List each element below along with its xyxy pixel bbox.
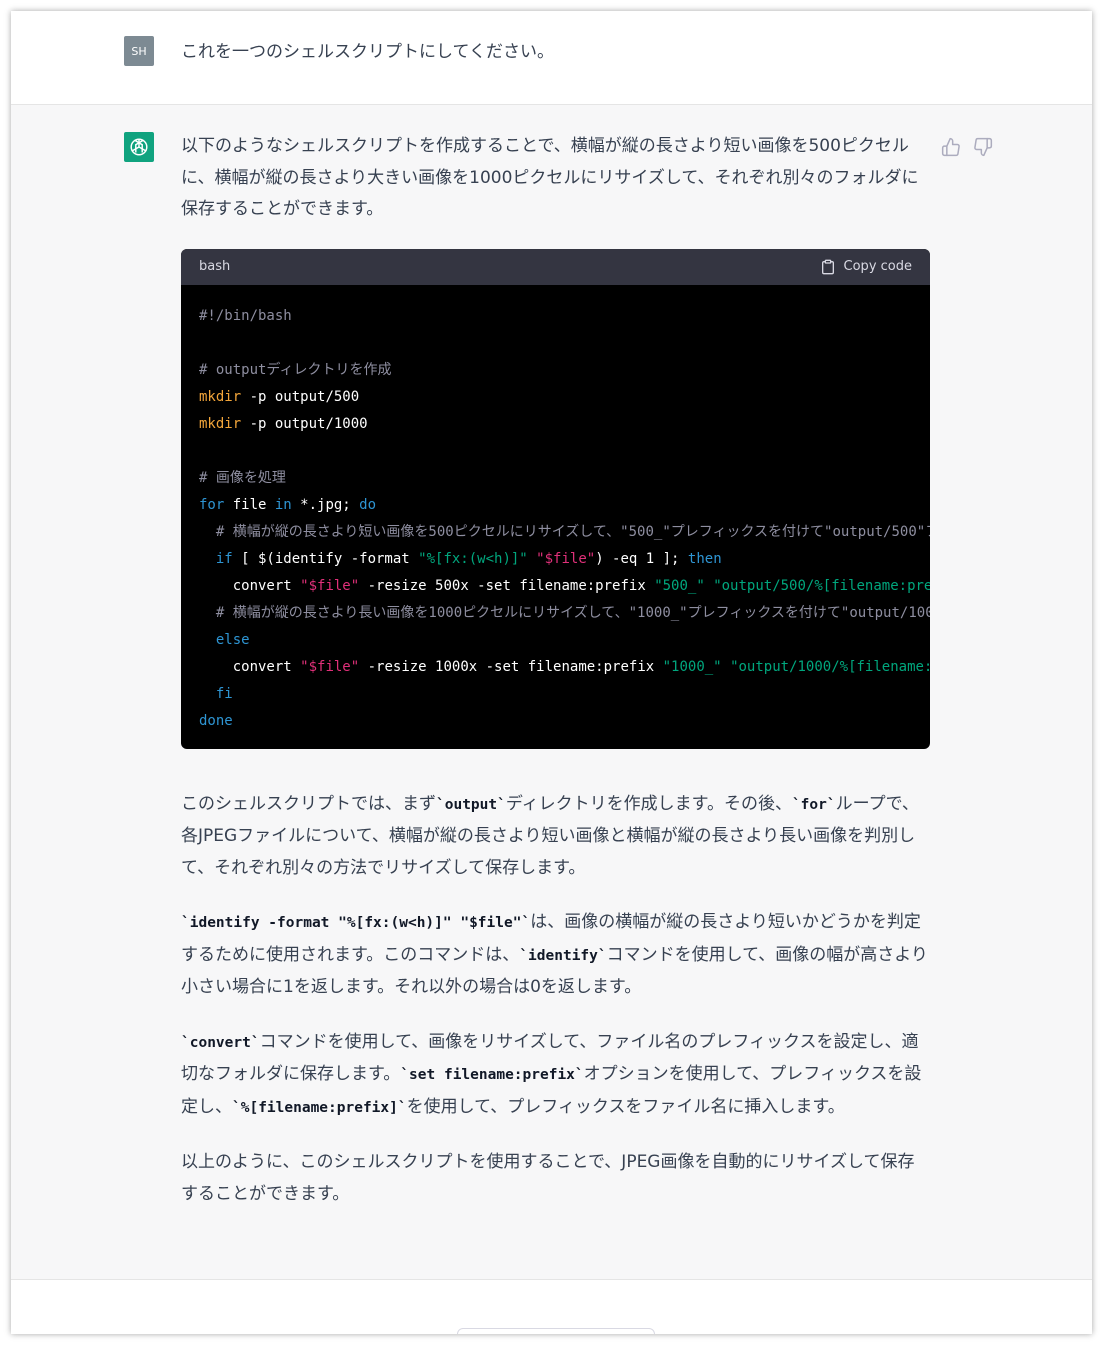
copy-code-button[interactable]: Copy code [820,251,912,283]
code-line: convert "$file" -resize 1000x -set filen… [199,658,930,675]
user-avatar: SH [124,36,154,66]
inline-code-identify: `identify` [519,947,607,964]
inline-code-set-prefix: `set filename:prefix` [400,1067,584,1083]
code-block: bash Copy code #!/bin/bash ​ # outputディレクト… [181,248,930,749]
chat-window: SH これを一つのシェルスクリプトにしてください。 以下のようなシェルスクリプト… [11,11,1092,1334]
code-line: mkdir -p output/1000 [199,415,368,432]
conclusion-paragraph: 以上のように、このシェルスクリプトを使用することで、JPEG画像を自動的にリサイ… [181,1152,915,1204]
assistant-message-row: 以下のようなシェルスクリプトを作成することで、横幅が縦の長さより短い画像を500… [11,105,1092,1280]
inline-code-for: `for` [791,796,836,813]
clipboard-icon [821,259,834,274]
inline-code-filename-prefix: `%[filename:prefix]` [232,1099,407,1116]
code-line: ​ [199,330,930,357]
feedback-controls [941,137,993,157]
thumbs-down-icon[interactable] [973,137,993,157]
code-line: done [199,712,233,729]
user-message-row: SH これを一つのシェルスクリプトにしてください。 [11,11,1092,105]
explanation-paragraph-3: `convert`コマンドを使用して、画像をリサイズして、ファイル名のプレフィッ… [181,1027,931,1125]
code-line: else [215,631,250,648]
p3-text-c: を使用して、プレフィックスをファイル名に挿入します。 [406,1096,845,1117]
regenerate-button-edge[interactable] [457,1328,655,1334]
code-line: #!/bin/bash [199,307,292,324]
inline-code-output: `output` [436,796,506,813]
code-line: # outputディレクトリを作成 [199,361,392,378]
code-body[interactable]: #!/bin/bash ​ # outputディレクトリを作成 mkdir -p ou… [181,285,930,749]
p1-text-a: このシェルスクリプトでは、まず [181,793,436,814]
code-line: for file in *.jpg; do [199,496,377,513]
explanation-paragraph-1: このシェルスクリプトでは、まず`output`ディレクトリを作成します。その後、… [181,789,931,885]
code-line: fi [215,685,233,702]
user-message-text: これを一つのシェルスクリプトにしてください。 [181,42,554,62]
inline-code-convert: `convert` [181,1034,260,1051]
bottom-area [11,1280,1092,1334]
code-line: convert "$file" -resize 500x -set filena… [199,577,930,594]
p1-text-b: ディレクトリを作成します。その後、 [505,793,792,814]
copy-code-label: Copy code [843,258,912,274]
code-language-label: bash [199,258,231,274]
code-line: # 画像を処理 [199,469,286,486]
code-line: if [ $(identify -format "%[fx:(w<h)]" "$… [215,550,722,567]
intro-paragraph: 以下のようなシェルスクリプトを作成することで、横幅が縦の長さより短い画像を500… [181,136,919,219]
chatgpt-logo-icon [124,132,154,162]
code-line: ​ [199,438,930,465]
code-header: bash Copy code [181,248,930,285]
code-line: # 横幅が縦の長さより短い画像を500ピクセルにリサイズして、"500_"プレフ… [215,523,930,540]
thumbs-up-icon[interactable] [941,137,961,157]
inline-code-identify-format: `identify -format "%[fx:(w<h)]" "$file"` [181,915,531,931]
assistant-message-content: 以下のようなシェルスクリプトを作成することで、横幅が縦の長さより短い画像を500… [181,131,931,1233]
code-line: mkdir -p output/500 [199,388,360,405]
explanation-paragraph-2: `identify -format "%[fx:(w<h)]" "$file"`… [181,907,931,1004]
code-line: # 横幅が縦の長さより長い画像を1000ピクセルにリサイズして、"1000_"プ… [215,604,930,621]
